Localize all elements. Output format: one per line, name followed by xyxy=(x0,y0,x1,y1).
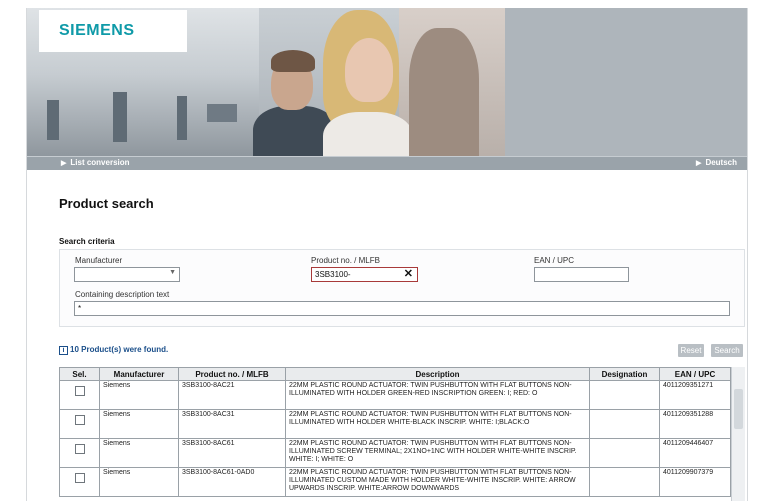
checkbox-icon[interactable] xyxy=(74,473,85,483)
cell-designation xyxy=(589,438,660,468)
machine-shape xyxy=(47,100,59,140)
cell-product-no: 3SB3100-8AC21 xyxy=(178,380,286,410)
search-button[interactable]: Search xyxy=(711,344,743,357)
page-container: SIEMENS ▶ List conversion ▶ Deutsch Produc… xyxy=(26,8,748,501)
row-select-cell xyxy=(59,438,100,468)
product-no-label: Product no. / MLFB xyxy=(311,256,380,265)
checkbox-icon[interactable] xyxy=(74,386,85,396)
cell-description: 22MM PLASTIC ROUND ACTUATOR: TWIN PUSHBU… xyxy=(285,467,590,497)
clear-icon[interactable]: ✕ xyxy=(404,267,413,280)
cell-product-no: 3SB3100-8AC61-0AD0 xyxy=(178,467,286,497)
cell-product-no: 3SB3100-8AC61 xyxy=(178,438,286,468)
cell-product-no: 3SB3100-8AC31 xyxy=(178,409,286,439)
person-head xyxy=(345,38,393,102)
results-count: i 10 Product(s) were found. xyxy=(59,345,168,355)
info-icon: i xyxy=(59,346,68,355)
row-select-cell xyxy=(59,409,100,439)
reset-button[interactable]: Reset xyxy=(678,344,704,357)
product-no-input[interactable]: 3SB3100- ✕ xyxy=(311,267,418,282)
cell-ean: 4011209446407 xyxy=(659,438,731,468)
cell-description: 22MM PLASTIC ROUND ACTUATOR: TWIN PUSHBU… xyxy=(285,438,590,468)
table-header-row: Sel. Manufacturer Product no. / MLFB Des… xyxy=(59,367,731,381)
cell-designation xyxy=(589,409,660,439)
search-criteria-label: Search criteria xyxy=(59,237,115,246)
ean-label: EAN / UPC xyxy=(534,256,575,265)
person-body xyxy=(323,112,413,156)
cell-designation xyxy=(589,380,660,410)
cell-ean: 4011209351271 xyxy=(659,380,731,410)
checkbox-icon[interactable] xyxy=(74,444,85,454)
chevron-down-icon: ▼ xyxy=(169,269,176,276)
ean-input[interactable] xyxy=(534,267,629,282)
table-scrollbar[interactable] xyxy=(731,367,745,501)
nav-language-label: Deutsch xyxy=(705,158,737,167)
arrow-right-icon: ▶ xyxy=(61,160,67,167)
nav-list-conversion-label: List conversion xyxy=(70,158,130,167)
cell-description: 22MM PLASTIC ROUND ACTUATOR: TWIN PUSHBU… xyxy=(285,380,590,410)
product-no-value: 3SB3100- xyxy=(315,270,351,279)
row-select-cell xyxy=(59,467,100,497)
machine-shape xyxy=(113,92,127,142)
nav-bar: ▶ List conversion ▶ Deutsch xyxy=(27,156,747,170)
header-product-no[interactable]: Product no. / MLFB xyxy=(178,367,286,381)
cell-ean: 4011209907379 xyxy=(659,467,731,497)
page-title: Product search xyxy=(59,196,154,211)
table-row[interactable]: Siemens 3SB3100-8AC61 22MM PLASTIC ROUND… xyxy=(59,438,731,468)
header-designation[interactable]: Designation xyxy=(589,367,660,381)
arrow-right-icon: ▶ xyxy=(696,160,702,167)
banner-gray-panel xyxy=(505,8,747,156)
machine-shape xyxy=(207,104,237,122)
person-hair xyxy=(271,50,315,72)
search-criteria-box: Manufacturer ▼ Product no. / MLFB 3SB310… xyxy=(59,249,745,327)
siemens-logo[interactable]: SIEMENS xyxy=(59,22,135,40)
nav-list-conversion[interactable]: ▶ List conversion xyxy=(61,158,130,167)
cell-manufacturer: Siemens xyxy=(99,409,179,439)
nav-language[interactable]: ▶ Deutsch xyxy=(696,158,737,167)
table-row[interactable]: Siemens 3SB3100-8AC61-0AD0 22MM PLASTIC … xyxy=(59,467,731,497)
results-table: Sel. Manufacturer Product no. / MLFB Des… xyxy=(59,367,731,497)
manufacturer-select[interactable]: ▼ xyxy=(74,267,180,282)
header-ean[interactable]: EAN / UPC xyxy=(659,367,731,381)
description-label: Containing description text xyxy=(75,290,170,299)
manufacturer-label: Manufacturer xyxy=(75,256,123,265)
cell-manufacturer: Siemens xyxy=(99,438,179,468)
cell-designation xyxy=(589,467,660,497)
table-row[interactable]: Siemens 3SB3100-8AC31 22MM PLASTIC ROUND… xyxy=(59,409,731,439)
header-manufacturer[interactable]: Manufacturer xyxy=(99,367,179,381)
person-figure xyxy=(409,28,479,156)
cell-description: 22MM PLASTIC ROUND ACTUATOR: TWIN PUSHBU… xyxy=(285,409,590,439)
scrollbar-thumb[interactable] xyxy=(734,389,743,429)
description-value: * xyxy=(78,304,82,313)
machine-shape xyxy=(177,96,187,140)
row-select-cell xyxy=(59,380,100,410)
results-count-text: 10 Product(s) were found. xyxy=(70,345,169,354)
cell-manufacturer: Siemens xyxy=(99,380,179,410)
results-table-container: Sel. Manufacturer Product no. / MLFB Des… xyxy=(59,367,745,501)
table-row[interactable]: Siemens 3SB3100-8AC21 22MM PLASTIC ROUND… xyxy=(59,380,731,410)
description-input[interactable]: * xyxy=(74,301,730,316)
header-sel[interactable]: Sel. xyxy=(59,367,100,381)
header-description[interactable]: Description xyxy=(285,367,590,381)
cell-manufacturer: Siemens xyxy=(99,467,179,497)
checkbox-icon[interactable] xyxy=(74,415,85,425)
cell-ean: 4011209351288 xyxy=(659,409,731,439)
header-banner: SIEMENS xyxy=(27,8,747,156)
